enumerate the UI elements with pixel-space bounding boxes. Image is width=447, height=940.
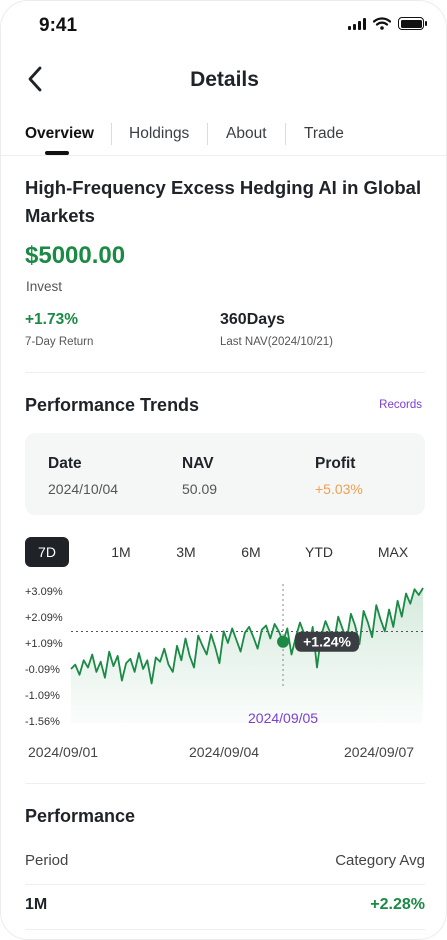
wifi-icon (373, 17, 391, 30)
y-tick-label: +2.09% (25, 612, 63, 624)
y-tick-label: -1.56% (25, 716, 60, 728)
nav-column: NAV 50.09 (182, 455, 217, 497)
date-label: Date (48, 455, 82, 472)
profit-label: Profit (315, 455, 356, 472)
table-divider (25, 884, 425, 885)
phone-frame: 9:41 Details Overview Holdings About Tra… (0, 0, 447, 940)
tab-bar: Overview Holdings About Trade (1, 119, 446, 155)
tab-separator (111, 123, 112, 145)
x-tick-label: 2024/09/07 (344, 744, 415, 760)
y-tick-label: +3.09% (25, 586, 63, 598)
category-avg-header: Category Avg (335, 852, 425, 869)
row-period: 1M (25, 896, 48, 913)
performance-table-header: Period Category Avg (25, 852, 425, 869)
battery-icon (398, 17, 427, 30)
tabs-divider (1, 155, 446, 156)
tab-separator (285, 123, 286, 145)
nav-label: NAV (182, 455, 214, 472)
tooltip-value: +1.24% (303, 634, 351, 650)
period-header: Period (25, 852, 69, 869)
tab-holdings[interactable]: Holdings (129, 125, 189, 143)
y-tick-label: -1.09% (25, 690, 60, 702)
tab-trade[interactable]: Trade (304, 125, 344, 143)
range-1m[interactable]: 1M (101, 537, 141, 567)
last-nav-label: Last NAV(2024/10/21) (220, 336, 333, 348)
fund-name: High-Frequency Excess Hedging AI in Glob… (25, 177, 422, 226)
tab-separator (207, 123, 208, 145)
area-fill (71, 588, 423, 723)
tooltip-date: 2024/09/05 (248, 710, 318, 726)
section-divider (25, 372, 425, 373)
performance-trends-title: Performance Trends (25, 395, 200, 415)
profit-column: Profit +5.03% (315, 455, 363, 497)
records-link[interactable]: Records (379, 399, 422, 411)
holding-period-value: 360Days (220, 311, 285, 328)
range-max[interactable]: MAX (371, 537, 415, 567)
seven-day-return-label: 7-Day Return (25, 336, 94, 348)
nav-summary-card: Date 2024/10/04 NAV 50.09 Profit +5.03% (25, 433, 425, 515)
date-value: 2024/10/04 (48, 481, 119, 497)
invest-amount: $5000.00 (25, 242, 126, 269)
section-divider (25, 783, 425, 784)
range-7d[interactable]: 7D (25, 537, 69, 567)
table-divider (25, 929, 425, 930)
performance-title: Performance (25, 806, 136, 826)
signal-icon (348, 17, 366, 30)
status-time: 9:41 (39, 15, 78, 36)
range-ytd[interactable]: YTD (299, 537, 339, 567)
range-selector: 7D 1M 3M 6M YTD MAX (25, 537, 425, 567)
status-icons (348, 17, 427, 30)
nav-trend-chart[interactable]: +3.09% +2.09% +1.09% -0.09% -1.09% -1.56% +1.2… (1, 576, 447, 766)
tab-overview[interactable]: Overview (25, 125, 94, 143)
page-title: Details (190, 68, 259, 91)
y-tick-label: -0.09% (25, 664, 60, 676)
date-column: Date 2024/10/04 (48, 455, 118, 497)
range-6m[interactable]: 6M (231, 537, 271, 567)
y-tick-label: +1.09% (25, 638, 63, 650)
profit-value: +5.03% (315, 481, 363, 497)
range-3m[interactable]: 3M (166, 537, 206, 567)
x-tick-label: 2024/09/01 (28, 744, 99, 760)
row-category-avg: +2.28% (370, 896, 425, 913)
table-row: 1M +2.28% (25, 896, 425, 914)
seven-day-return-value: +1.73% (25, 311, 79, 328)
nav-value: 50.09 (182, 481, 218, 497)
tab-about[interactable]: About (226, 125, 267, 143)
x-tick-label: 2024/09/04 (189, 744, 260, 760)
highlight-point (277, 635, 290, 648)
invest-label: Invest (26, 279, 63, 294)
